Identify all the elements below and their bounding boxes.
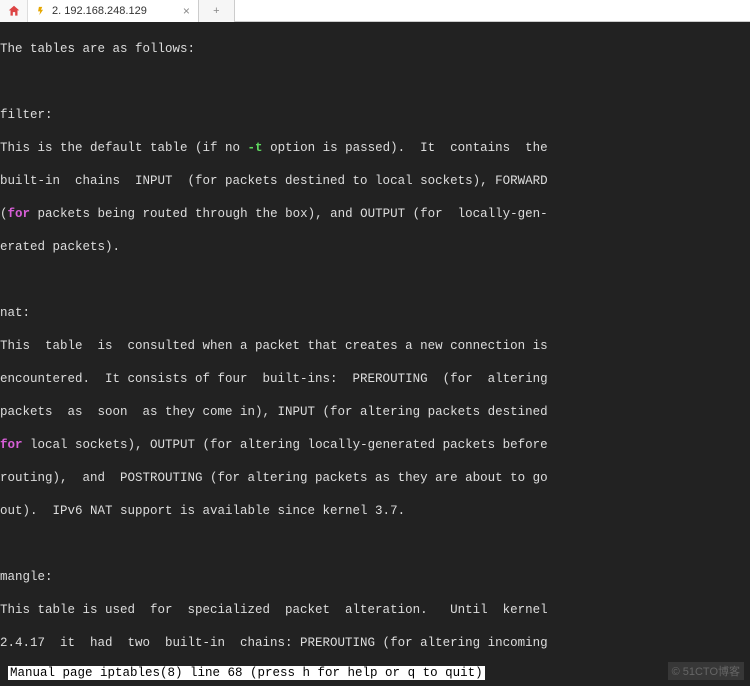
man-text: This table is consulted when a packet th…: [0, 338, 750, 355]
tab-session[interactable]: 2. 192.168.248.129 ×: [28, 0, 199, 22]
option-t: -t: [248, 141, 263, 155]
man-text: packets as soon as they come in), INPUT …: [0, 404, 750, 421]
man-intro: The tables are as follows:: [0, 41, 750, 58]
man-text: This is the default table (if no -t opti…: [0, 140, 750, 157]
man-text: erated packets).: [0, 239, 750, 256]
man-text: for local sockets), OUTPUT (for altering…: [0, 437, 750, 454]
terminal-viewport[interactable]: The tables are as follows: filter: This …: [0, 22, 750, 662]
man-mangle-head: mangle:: [0, 569, 750, 586]
close-icon[interactable]: ×: [183, 4, 190, 18]
man-text: (for packets being routed through the bo…: [0, 206, 750, 223]
tab-title: 2. 192.168.248.129: [52, 5, 147, 17]
keyword-for: for: [0, 438, 23, 452]
man-filter-head: filter:: [0, 107, 750, 124]
tab-bar: 2. 192.168.248.129 × +: [0, 0, 750, 22]
new-tab-button[interactable]: +: [199, 0, 235, 22]
watermark: © 51CTO博客: [668, 662, 744, 680]
keyword-for: for: [8, 207, 31, 221]
man-text: 2.4.17 it had two built-in chains: PRERO…: [0, 635, 750, 652]
man-text: This table is used for specialized packe…: [0, 602, 750, 619]
home-icon[interactable]: [0, 0, 28, 22]
man-status-bar: Manual page iptables(8) line 68 (press h…: [8, 666, 485, 680]
man-text: encountered. It consists of four built-i…: [0, 371, 750, 388]
lightning-icon: [36, 6, 46, 16]
man-text: routing), and POSTROUTING (for altering …: [0, 470, 750, 487]
man-text: built-in chains INPUT (for packets desti…: [0, 173, 750, 190]
man-nat-head: nat:: [0, 305, 750, 322]
man-text: out). IPv6 NAT support is available sinc…: [0, 503, 750, 520]
